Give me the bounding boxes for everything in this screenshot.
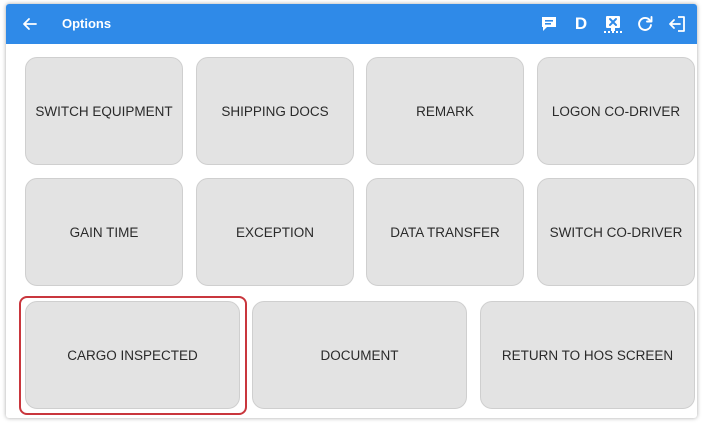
options-grid: SWITCH EQUIPMENT SHIPPING DOCS REMARK LO… [6,44,697,418]
status-d-button[interactable]: D [565,11,597,37]
page-title: Options [62,16,112,31]
refresh-icon[interactable] [629,11,661,37]
return-to-hos-screen-button[interactable]: RETURN TO HOS SCREEN [480,301,695,409]
app-bar: Options D [6,4,697,44]
switch-equipment-button[interactable]: SWITCH EQUIPMENT [25,57,183,165]
logon-co-driver-button[interactable]: LOGON CO-DRIVER [537,57,695,165]
message-icon[interactable] [533,11,565,37]
appbar-actions: D [533,11,693,37]
switch-co-driver-button[interactable]: SWITCH CO-DRIVER [537,178,695,286]
app-window: Options D SWITCH EQUIPMENT SHIPPING DOCS… [6,4,697,418]
exception-button[interactable]: EXCEPTION [196,178,354,286]
remark-button[interactable]: REMARK [366,57,524,165]
logout-icon[interactable] [661,11,693,37]
sync-icon[interactable] [597,11,629,37]
selection-highlight [19,296,247,415]
arrow-left-icon[interactable] [20,14,40,34]
gain-time-button[interactable]: GAIN TIME [25,178,183,286]
document-button[interactable]: DOCUMENT [252,301,467,409]
data-transfer-button[interactable]: DATA TRANSFER [366,178,524,286]
shipping-docs-button[interactable]: SHIPPING DOCS [196,57,354,165]
